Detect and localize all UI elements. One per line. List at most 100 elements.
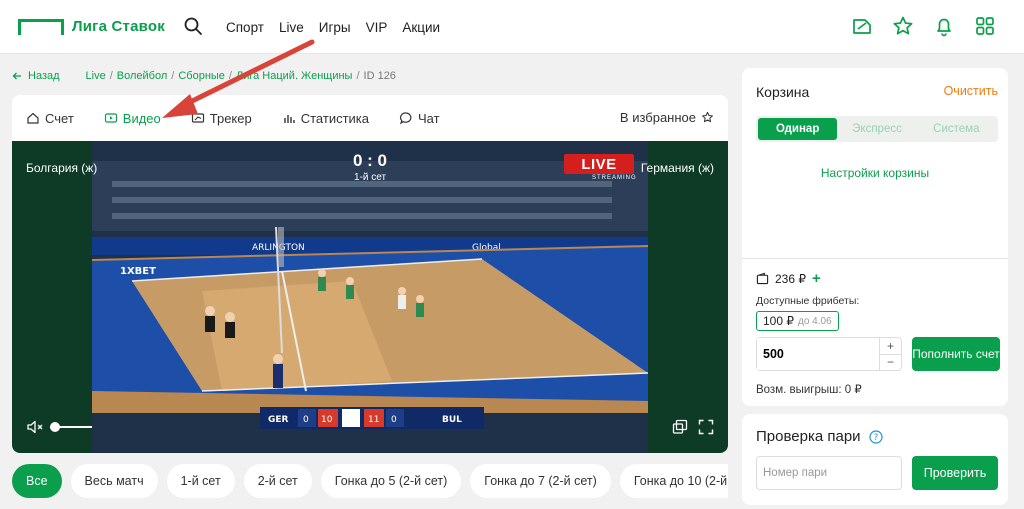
freebet-chip[interactable]: 100 ₽ до 4.06 xyxy=(756,311,839,331)
live-badge: LIVE xyxy=(564,154,634,174)
add-funds-icon[interactable]: + xyxy=(812,270,821,287)
possible-winnings: Возм. выигрыш: 0 ₽ xyxy=(756,384,862,396)
svg-text:BUL: BUL xyxy=(442,415,462,425)
match-tabs: Счет Видео Трекер Статистика Чат В избра… xyxy=(12,95,728,141)
svg-text:1XBET: 1XBET xyxy=(120,266,156,277)
filter-all[interactable]: Все xyxy=(12,464,62,498)
crumb-current: ID 126 xyxy=(363,70,396,82)
stake-stepper: + − xyxy=(756,337,902,371)
crumb-national-teams[interactable]: Сборные xyxy=(178,70,225,82)
crumb-league[interactable]: Лига Наций. Женщины xyxy=(236,70,352,82)
volume-slider[interactable] xyxy=(50,422,92,432)
logo[interactable]: Лига Ставок xyxy=(18,18,165,35)
svg-text:GER: GER xyxy=(268,415,289,425)
star-icon[interactable] xyxy=(892,15,914,37)
stake-increase-button[interactable]: + xyxy=(880,338,901,355)
home-icon xyxy=(27,112,39,124)
back-link[interactable]: Назад xyxy=(12,70,60,82)
back-label: Назад xyxy=(28,70,60,82)
nav-vip[interactable]: VIP xyxy=(366,20,388,35)
main-nav: Спорт Live Игры VIP Акции xyxy=(226,0,440,54)
video-icon xyxy=(104,113,117,123)
tracker-icon xyxy=(191,113,204,123)
tab-chat[interactable]: Чат xyxy=(399,111,440,126)
help-icon[interactable]: ? xyxy=(868,429,883,444)
filter-race-5[interactable]: Гонка до 5 (2-й сет) xyxy=(320,464,462,498)
freebet-amount: 100 ₽ xyxy=(763,314,794,328)
wallet-icon xyxy=(756,272,769,285)
filter-race-10[interactable]: Гонка до 10 (2-й сет xyxy=(619,464,728,498)
bell-icon[interactable] xyxy=(933,15,955,37)
tab-score-label: Счет xyxy=(45,110,74,126)
divider xyxy=(742,258,1008,259)
svg-text:10: 10 xyxy=(321,415,333,425)
stake-input[interactable] xyxy=(757,338,879,370)
bet-check-title: Проверка пари ? xyxy=(756,428,883,445)
bet-mode-switch: Одинар Экспресс Система xyxy=(756,116,998,142)
tab-score[interactable]: Счет xyxy=(26,111,74,126)
search-icon[interactable] xyxy=(183,16,203,36)
tab-tracker[interactable]: Трекер xyxy=(191,111,252,126)
crumb-live[interactable]: Live xyxy=(86,70,106,82)
header-icons xyxy=(851,15,996,37)
filter-race-7[interactable]: Гонка до 7 (2-й сет) xyxy=(470,464,611,498)
crumb-volleyball[interactable]: Волейбол xyxy=(117,70,168,82)
bet-check-panel: Проверка пари ? Проверить xyxy=(742,414,1008,505)
live-streaming-label: STREAMING xyxy=(592,175,637,181)
top-header: Лига Ставок Спорт Live Игры VIP Акции xyxy=(0,0,1024,54)
logo-mark xyxy=(18,18,64,35)
basket-clear-button[interactable]: Очистить xyxy=(944,84,998,98)
filter-set-2[interactable]: 2-й сет xyxy=(243,464,312,498)
stake-decrease-button[interactable]: − xyxy=(880,355,901,371)
topup-button[interactable]: Пополнить счет xyxy=(912,337,1000,371)
market-filters: Все Весь матч 1-й сет 2-й сет Гонка до 5… xyxy=(12,464,728,498)
mode-express[interactable]: Экспресс xyxy=(837,118,916,140)
logo-text: Лига Ставок xyxy=(72,18,165,35)
fullscreen-icon[interactable] xyxy=(698,419,714,435)
nav-sport[interactable]: Спорт xyxy=(226,20,264,35)
freebets-label: Доступные фрибеты: xyxy=(756,295,860,307)
bet-check-title-text: Проверка пари xyxy=(756,428,861,445)
filter-set-1[interactable]: 1-й сет xyxy=(166,464,235,498)
svg-text:0: 0 xyxy=(391,415,397,425)
mode-system[interactable]: Система xyxy=(917,118,996,140)
picture-in-picture-icon[interactable] xyxy=(672,419,688,435)
stats-icon xyxy=(284,115,295,123)
nav-live[interactable]: Live xyxy=(279,20,304,35)
mode-single[interactable]: Одинар xyxy=(758,118,838,140)
court-video-frame: ARLINGTON Global 1XBET xyxy=(92,141,648,453)
match-card: Счет Видео Трекер Статистика Чат В избра… xyxy=(12,95,728,453)
freebet-until: до 4.06 xyxy=(798,315,832,327)
filter-whole-match[interactable]: Весь матч xyxy=(70,464,158,498)
bet-number-input[interactable] xyxy=(756,456,902,490)
tab-chat-label: Чат xyxy=(418,110,440,126)
tab-video[interactable]: Видео xyxy=(104,111,161,126)
star-outline-icon xyxy=(702,111,713,123)
balance: 236 ₽ + xyxy=(756,270,821,287)
svg-text:0: 0 xyxy=(303,415,309,425)
nav-promo[interactable]: Акции xyxy=(402,20,440,35)
tab-stats-label: Статистика xyxy=(300,110,370,126)
bet-basket: Корзина Очистить Одинар Экспресс Система… xyxy=(742,68,1008,406)
video-player[interactable]: ARLINGTON Global 1XBET xyxy=(12,141,728,453)
coupon-icon[interactable] xyxy=(851,15,873,37)
tab-stats[interactable]: Статистика xyxy=(282,111,369,126)
stake-steps: + − xyxy=(879,338,901,370)
check-bet-button[interactable]: Проверить xyxy=(912,456,998,490)
breadcrumb: Назад Live / Волейбол / Сборные / Лига Наци… xyxy=(12,70,396,82)
balance-amount: 236 ₽ xyxy=(775,271,806,286)
favorite-label: В избранное xyxy=(619,110,696,125)
volume-control[interactable] xyxy=(26,419,92,435)
svg-text:?: ? xyxy=(873,433,878,443)
mute-icon[interactable] xyxy=(26,419,44,435)
volume-knob[interactable] xyxy=(50,422,60,432)
apps-grid-icon[interactable] xyxy=(974,15,996,37)
tab-video-label: Видео xyxy=(122,110,161,126)
basket-title: Корзина xyxy=(756,84,810,100)
tab-tracker-label: Трекер xyxy=(209,110,252,126)
svg-text:11: 11 xyxy=(368,415,379,425)
chat-icon xyxy=(399,112,412,125)
nav-games[interactable]: Игры xyxy=(319,20,351,35)
add-favorite-button[interactable]: В избранное xyxy=(620,110,714,125)
basket-settings-link[interactable]: Настройки корзины xyxy=(742,166,1008,180)
